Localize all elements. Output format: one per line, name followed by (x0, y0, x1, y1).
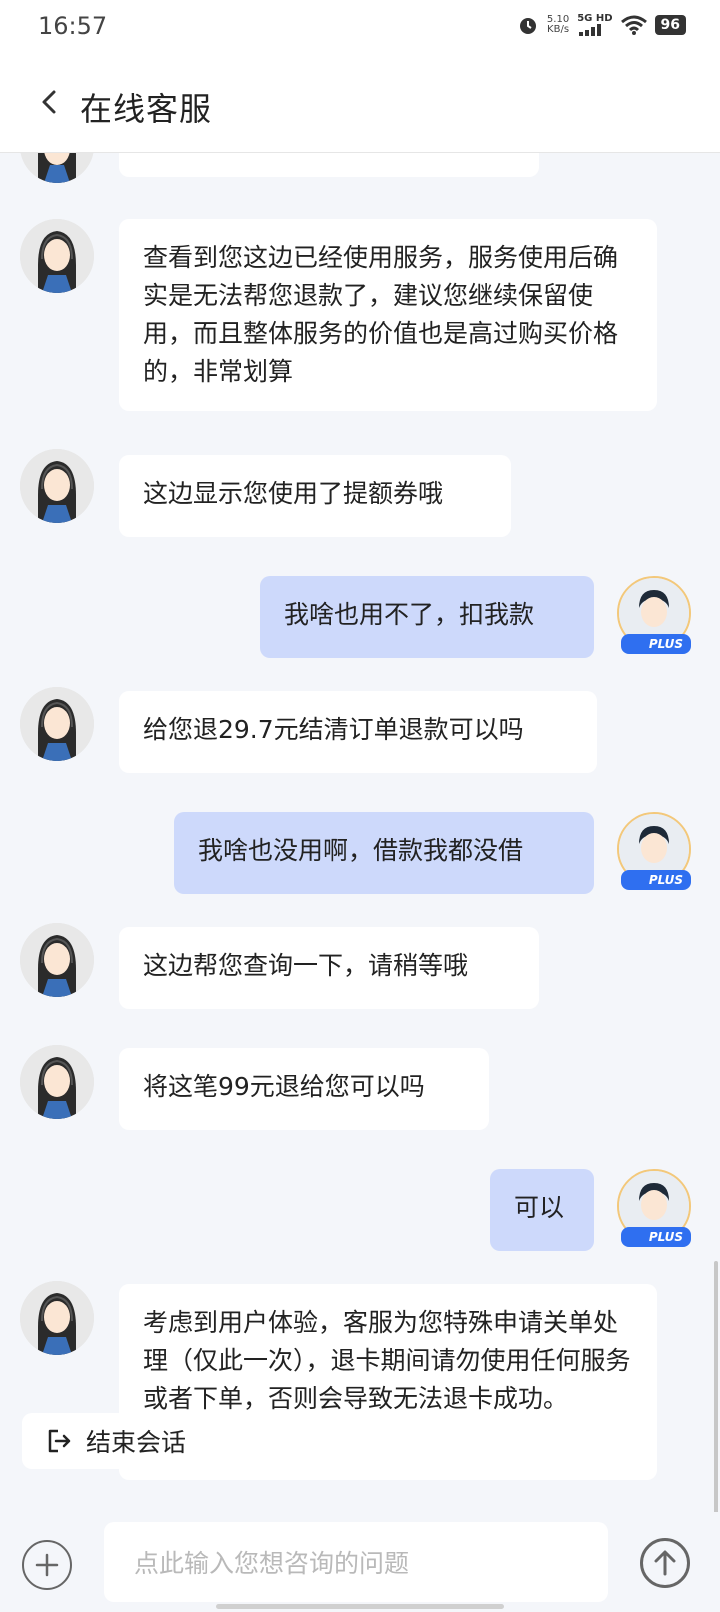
end-session-button[interactable]: 结束会话 (22, 1413, 222, 1469)
message-bubble-agent (119, 153, 539, 177)
agent-avatar (20, 923, 94, 997)
end-session-label: 结束会话 (86, 1428, 187, 1457)
back-arrow-icon[interactable] (36, 88, 64, 116)
agent-avatar-icon (20, 449, 94, 523)
network-speed: 5.10 KB/s (547, 15, 569, 35)
alarm-icon (519, 18, 536, 34)
user-avatar: PLUS (617, 812, 691, 890)
signal-icon: 5G HD (577, 13, 613, 36)
message-input-box[interactable] (104, 1522, 608, 1602)
message-bubble-agent: 查看到您这边已经使用服务，服务使用后确实是无法帮您退款了，建议您继续保留使用，而… (119, 219, 657, 411)
add-attachment-button[interactable] (22, 1540, 72, 1590)
message-bubble-user: 我啥也没用啊，借款我都没借 (174, 812, 594, 894)
plus-icon (35, 1553, 59, 1577)
message-bubble-agent: 将这笔99元退给您可以吗 (119, 1048, 489, 1130)
plus-badge: PLUS (621, 1227, 691, 1247)
message-bubble-agent: 这边显示您使用了提额券哦 (119, 455, 511, 537)
app-header: 在线客服 (0, 58, 720, 153)
scrollbar[interactable] (714, 1261, 718, 1525)
home-indicator (216, 1604, 504, 1609)
agent-avatar-icon (20, 219, 94, 293)
arrow-up-icon (654, 1550, 676, 1576)
agent-avatar-icon (20, 153, 94, 183)
input-bar (0, 1512, 720, 1612)
agent-avatar-icon (20, 687, 94, 761)
wifi-icon (620, 15, 647, 35)
agent-avatar (20, 687, 94, 761)
message-bubble-user: 我啥也用不了，扣我款 (260, 576, 594, 658)
agent-avatar (20, 219, 94, 293)
plus-badge: PLUS (621, 634, 691, 654)
chat-list[interactable]: 查看到您这边已经使用服务，服务使用后确实是无法帮您退款了，建议您继续保留使用，而… (0, 153, 720, 1525)
message-bubble-agent: 给您退29.7元结清订单退款可以吗 (119, 691, 597, 773)
plus-badge: PLUS (621, 870, 691, 890)
user-avatar: PLUS (617, 576, 691, 654)
status-icons: 5.10 KB/s 5G HD 96 (517, 14, 686, 36)
user-avatar: PLUS (617, 1169, 691, 1247)
exit-icon (48, 1429, 71, 1453)
agent-avatar (20, 153, 94, 183)
agent-avatar (20, 1045, 94, 1119)
message-input[interactable] (132, 1544, 586, 1582)
network-speed-unit: KB/s (547, 24, 570, 35)
agent-avatar-icon (20, 1281, 94, 1355)
message-bubble-agent: 这边帮您查询一下，请稍等哦 (119, 927, 539, 1009)
battery-indicator: 96 (654, 15, 686, 35)
agent-avatar (20, 1281, 94, 1355)
message-bubble-user: 可以 (490, 1169, 594, 1251)
signal-label: 5G HD (577, 13, 613, 24)
agent-avatar-icon (20, 923, 94, 997)
page-title: 在线客服 (80, 90, 213, 128)
status-bar: 16:57 5.10 KB/s 5G HD 96 (0, 0, 720, 58)
send-button[interactable] (640, 1538, 690, 1588)
agent-avatar (20, 449, 94, 523)
agent-avatar-icon (20, 1045, 94, 1119)
status-time: 16:57 (38, 12, 108, 40)
